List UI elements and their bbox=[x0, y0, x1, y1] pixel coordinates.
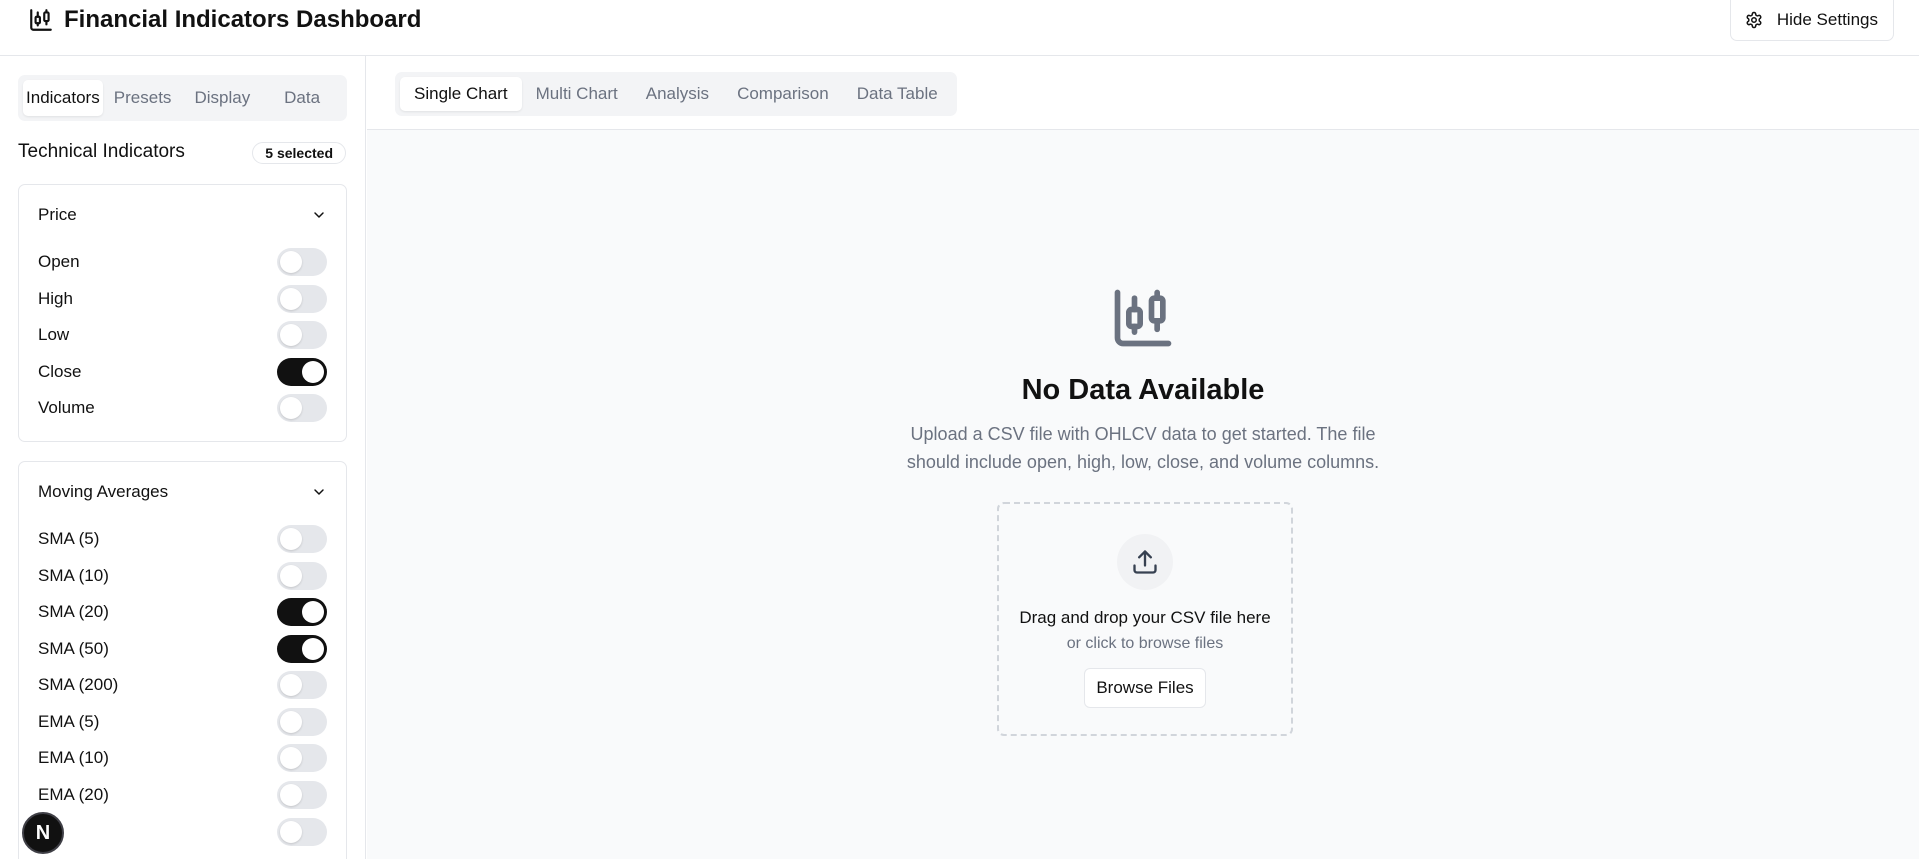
indicator-label: Close bbox=[38, 362, 82, 381]
tab-data-table[interactable]: Data Table bbox=[843, 77, 952, 111]
chart-tabs: Single Chart Multi Chart Analysis Compar… bbox=[395, 72, 957, 116]
candlestick-chart-icon bbox=[30, 9, 52, 31]
group-price: Price Open High Low Close Volume bbox=[18, 184, 347, 442]
indicator-row-sma-200: SMA (200) bbox=[38, 671, 327, 699]
hide-settings-button[interactable]: Hide Settings bbox=[1729, 0, 1894, 41]
tab-comparison[interactable]: Comparison bbox=[723, 77, 843, 111]
dropzone-secondary-text: or click to browse files bbox=[1066, 635, 1224, 652]
toggle-sma-20[interactable] bbox=[277, 598, 327, 626]
tab-data[interactable]: Data bbox=[262, 80, 342, 116]
toggle-ema-20[interactable] bbox=[277, 781, 327, 809]
toggle-low[interactable] bbox=[277, 321, 327, 349]
indicator-row-ema-5: EMA (5) bbox=[38, 708, 327, 736]
indicator-label: Low bbox=[38, 325, 70, 344]
indicator-label: Open bbox=[38, 252, 80, 271]
indicator-row-ema-20: EMA (20) bbox=[38, 781, 327, 809]
hide-settings-label: Hide Settings bbox=[1776, 10, 1878, 29]
group-header-price[interactable]: Price bbox=[38, 203, 327, 227]
indicator-row-high: High bbox=[38, 285, 327, 313]
indicator-row-partial bbox=[38, 818, 327, 846]
toggle-close[interactable] bbox=[277, 358, 327, 386]
tab-indicators[interactable]: Indicators bbox=[23, 80, 103, 116]
indicator-row-volume: Volume bbox=[38, 394, 327, 422]
indicator-row-low: Low bbox=[38, 321, 327, 349]
tab-analysis[interactable]: Analysis bbox=[632, 77, 723, 111]
indicator-label: SMA (10) bbox=[38, 566, 109, 585]
indicator-row-sma-20: SMA (20) bbox=[38, 598, 327, 626]
indicator-label: EMA (20) bbox=[38, 785, 109, 804]
toggle-high[interactable] bbox=[277, 285, 327, 313]
section-title: Technical Indicators bbox=[18, 141, 185, 162]
group-moving-averages: Moving Averages SMA (5) SMA (10) SMA (20… bbox=[18, 461, 347, 859]
sidebar-tabs: Indicators Presets Display Data bbox=[18, 75, 347, 121]
toggle-sma-50[interactable] bbox=[277, 635, 327, 663]
group-title: Price bbox=[38, 205, 77, 224]
main-content: Single Chart Multi Chart Analysis Compar… bbox=[367, 56, 1919, 859]
candlestick-chart-icon bbox=[1114, 289, 1172, 347]
dropzone-primary-text: Drag and drop your CSV file here bbox=[1019, 608, 1271, 627]
tab-presets[interactable]: Presets bbox=[103, 80, 183, 116]
toggle-sma-5[interactable] bbox=[277, 525, 327, 553]
empty-state-description: Upload a CSV file with OHLCV data to get… bbox=[906, 424, 1380, 472]
toggle-ema-5[interactable] bbox=[277, 708, 327, 736]
settings-sidebar: Indicators Presets Display Data Technica… bbox=[0, 56, 366, 859]
app-title: Financial Indicators Dashboard bbox=[64, 6, 422, 33]
gear-icon bbox=[1746, 11, 1762, 29]
indicator-row-sma-10: SMA (10) bbox=[38, 562, 327, 590]
tab-multi-chart[interactable]: Multi Chart bbox=[522, 77, 632, 111]
toggle-sma-10[interactable] bbox=[277, 562, 327, 590]
indicator-row-sma-50: SMA (50) bbox=[38, 635, 327, 663]
tab-single-chart[interactable]: Single Chart bbox=[400, 77, 522, 111]
indicator-label: High bbox=[38, 289, 73, 308]
indicator-row-close: Close bbox=[38, 358, 327, 386]
indicator-label: EMA (10) bbox=[38, 748, 109, 767]
indicator-label: SMA (5) bbox=[38, 529, 100, 548]
tab-display[interactable]: Display bbox=[183, 80, 263, 116]
toggle-partial[interactable] bbox=[277, 818, 327, 846]
upload-icon-container bbox=[1117, 534, 1173, 590]
toggle-sma-200[interactable] bbox=[277, 671, 327, 699]
toggle-ema-10[interactable] bbox=[277, 744, 327, 772]
indicator-label: SMA (20) bbox=[38, 602, 109, 621]
browse-files-button[interactable]: Browse Files bbox=[1084, 668, 1206, 708]
group-header-moving-averages[interactable]: Moving Averages bbox=[38, 480, 327, 504]
indicator-label: Volume bbox=[38, 398, 95, 417]
empty-state-title: No Data Available bbox=[1021, 374, 1265, 406]
dev-tools-badge[interactable]: N bbox=[22, 812, 64, 854]
indicator-label: SMA (200) bbox=[38, 675, 119, 694]
chevron-down-icon bbox=[314, 489, 324, 495]
toggle-open[interactable] bbox=[277, 248, 327, 276]
group-title: Moving Averages bbox=[38, 482, 169, 501]
app-header: Financial Indicators Dashboard Hide Sett… bbox=[0, 0, 1919, 56]
indicator-row-ema-10: EMA (10) bbox=[38, 744, 327, 772]
indicator-row-sma-5: SMA (5) bbox=[38, 525, 327, 553]
selected-count-badge: 5 selected bbox=[252, 142, 346, 164]
toggle-volume[interactable] bbox=[277, 394, 327, 422]
chart-tabs-bar: Single Chart Multi Chart Analysis Compar… bbox=[367, 56, 1919, 130]
indicator-label: SMA (50) bbox=[38, 639, 109, 658]
indicator-label: EMA (5) bbox=[38, 712, 100, 731]
csv-dropzone[interactable]: Drag and drop your CSV file here or clic… bbox=[997, 502, 1293, 736]
indicator-row-open: Open bbox=[38, 248, 327, 276]
upload-icon bbox=[1133, 550, 1157, 574]
chevron-down-icon bbox=[314, 212, 324, 218]
